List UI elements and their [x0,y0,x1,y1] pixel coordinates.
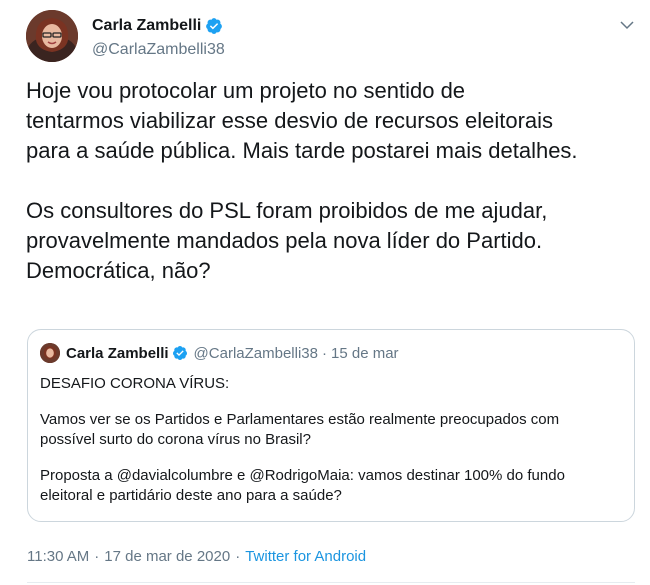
tweet-meta: 11:30 AM · 17 de mar de 2020 · Twitter f… [27,548,366,565]
tweet-time[interactable]: 11:30 AM [27,548,89,565]
author-names: Carla Zambelli @CarlaZambelli38 [92,15,225,60]
avatar[interactable] [26,10,78,62]
verified-badge-icon [172,346,187,360]
quoted-tweet-header: Carla Zambelli @CarlaZambelli38 · 15 de … [40,342,399,364]
tweet-text-line: Democrática, não? [26,258,211,283]
author-display-name[interactable]: Carla Zambelli [92,17,201,35]
quoted-handle: @CarlaZambelli38 [193,344,318,362]
quoted-date: 15 de mar [331,344,399,362]
tweet-text-line: tentarmos viabilizar esse desvio de recu… [26,108,554,133]
tweet-text-line: provavelmente mandados pela nova líder d… [26,228,543,253]
separator-dot: · [235,548,241,565]
quoted-text-line: eleitoral e partidário deste ano para a … [40,487,342,504]
divider [27,582,635,583]
quoted-tweet[interactable]: Carla Zambelli @CarlaZambelli38 · 15 de … [27,329,635,522]
tweet-header: Carla Zambelli @CarlaZambelli38 [26,10,636,64]
separator-dot: · [322,344,327,362]
quoted-text: DESAFIO CORONA VÍRUS: Vamos ver se os Pa… [40,374,620,506]
quoted-text-line: Proposta a @davialcolumbre e @RodrigoMai… [40,467,565,484]
verified-badge-icon [206,18,223,34]
chevron-down-icon[interactable] [618,16,636,34]
tweet-date[interactable]: 17 de mar de 2020 [104,548,230,565]
quoted-text-line: possível surto do corona vírus no Brasil… [40,431,311,448]
tweet-text-line: para a saúde pública. Mais tarde postare… [26,138,578,163]
quoted-text-line: DESAFIO CORONA VÍRUS: [40,375,230,392]
tweet-text-line: Hoje vou protocolar um projeto no sentid… [26,78,466,103]
author-handle[interactable]: @CarlaZambelli38 [92,40,225,60]
tweet-source-link[interactable]: Twitter for Android [245,548,366,565]
tweet: Carla Zambelli @CarlaZambelli38 Hoje vou… [0,0,650,585]
tweet-text-line: Os consultores do PSL foram proibidos de… [26,198,548,223]
quoted-text-line: Vamos ver se os Partidos e Parlamentares… [40,411,560,428]
quoted-display-name: Carla Zambelli [66,344,169,362]
quoted-avatar [40,343,60,363]
separator-dot: · [94,548,100,565]
tweet-text: Hoje vou protocolar um projeto no sentid… [26,76,636,286]
